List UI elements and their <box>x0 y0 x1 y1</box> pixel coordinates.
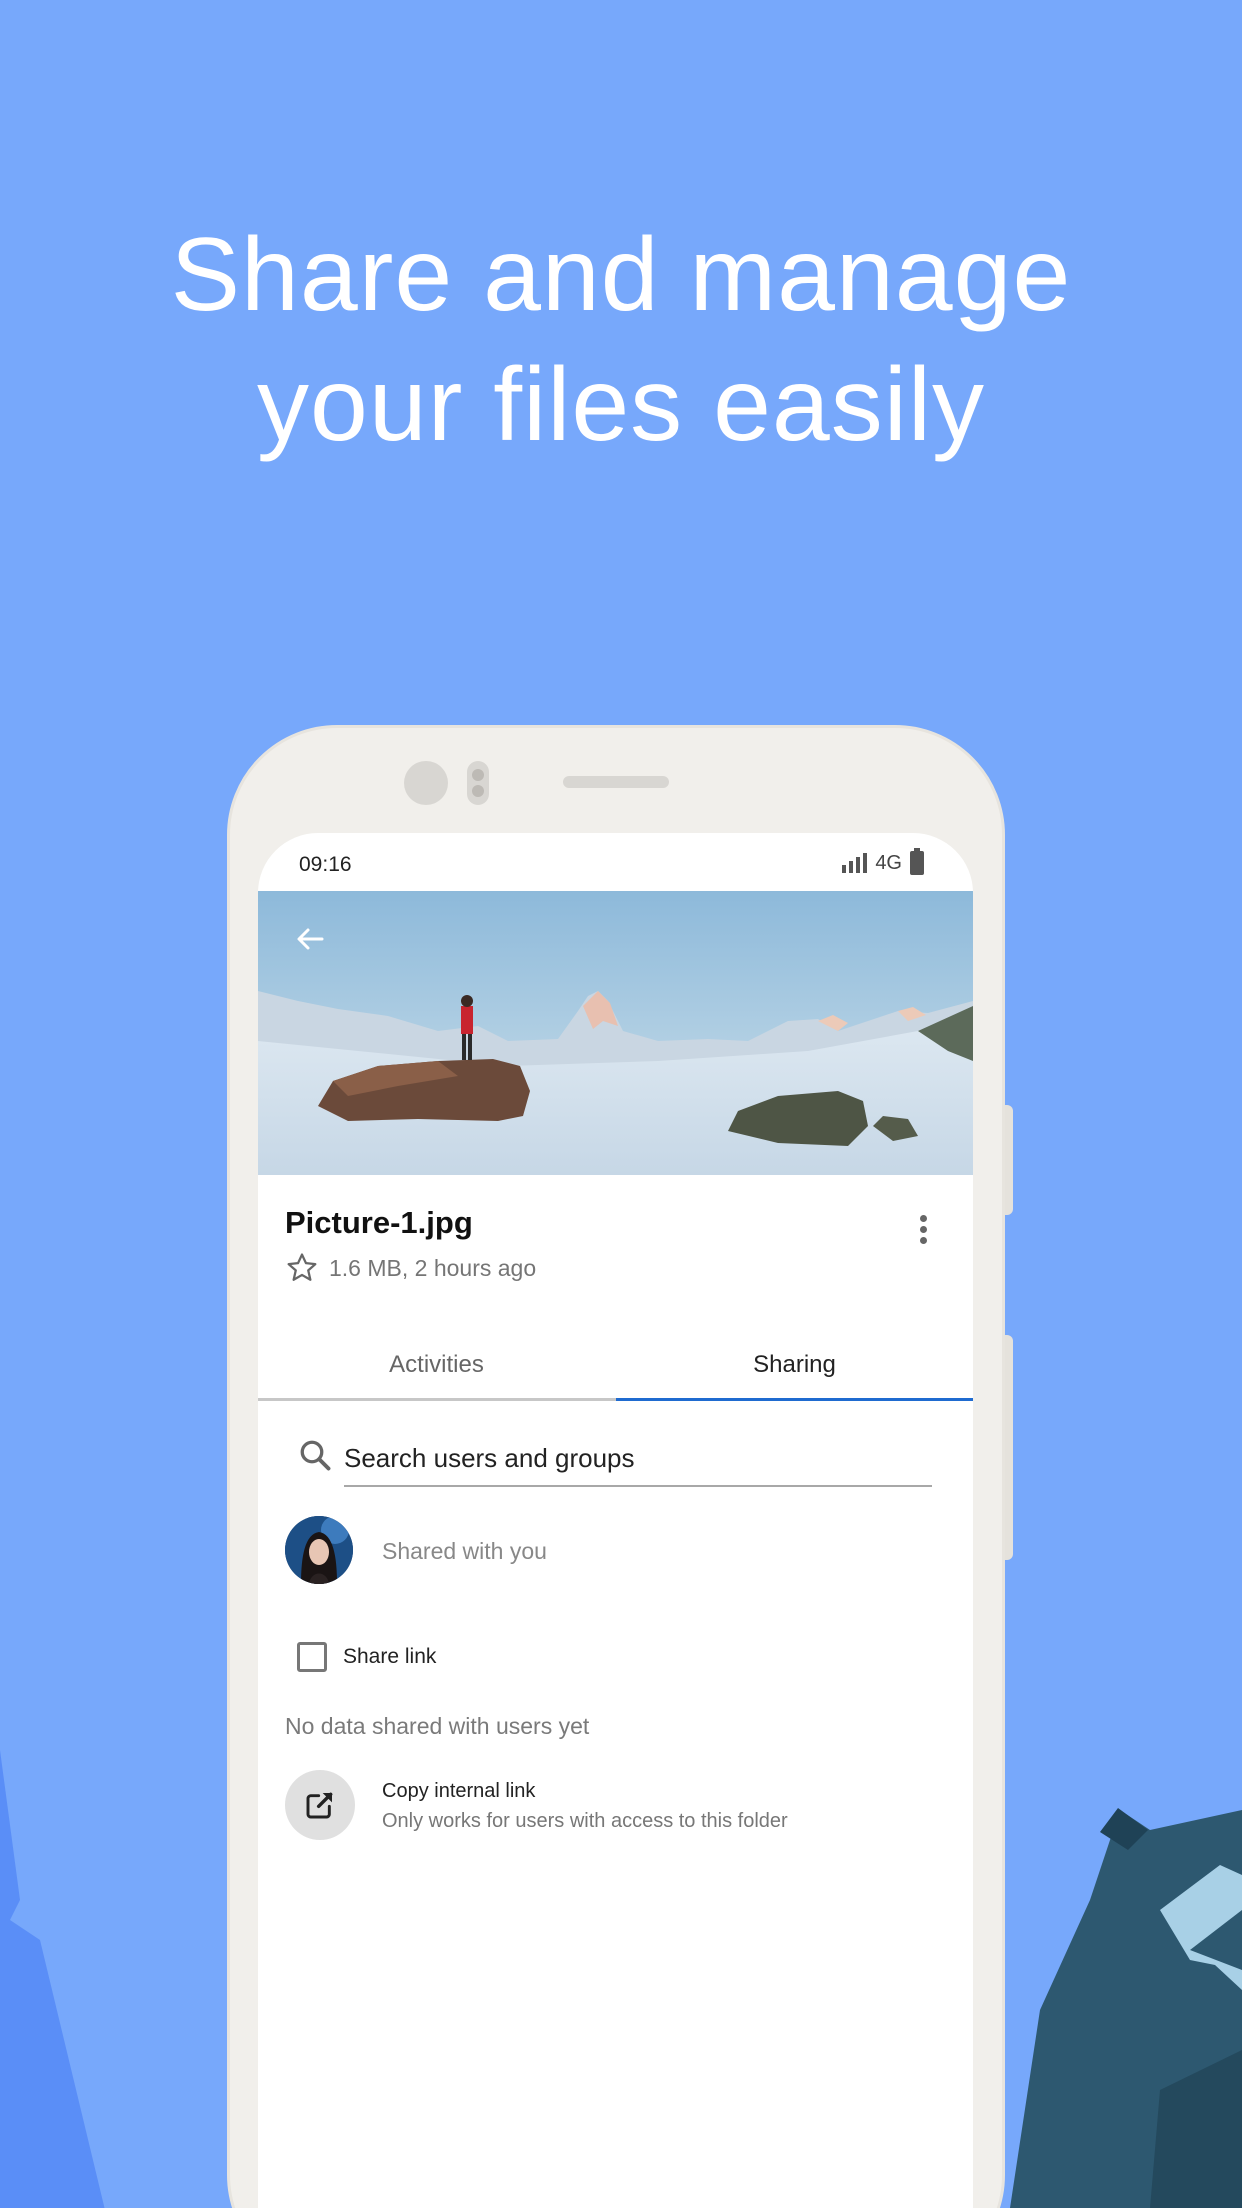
phone-speaker <box>563 776 669 788</box>
battery-icon <box>910 848 924 875</box>
share-link-checkbox[interactable] <box>297 1642 327 1672</box>
file-meta-text: 1.6 MB, 2 hours ago <box>329 1254 537 1281</box>
front-camera <box>404 761 448 805</box>
copy-link-icon-circle <box>285 1770 355 1840</box>
status-icons: 4G <box>842 848 924 875</box>
copy-link-subtitle: Only works for users with access to this… <box>382 1810 788 1832</box>
tab-activities[interactable]: Activities <box>258 1339 615 1401</box>
share-link-row: Share link <box>297 1637 436 1677</box>
avatar <box>285 1516 353 1584</box>
back-button[interactable] <box>288 917 332 961</box>
signal-icon <box>842 853 868 873</box>
decorative-shape-left <box>0 1750 105 2208</box>
search-input[interactable] <box>344 1431 932 1487</box>
mascot-illustration <box>1010 1808 1242 2208</box>
share-link-label: Share link <box>343 1645 437 1668</box>
search-icon <box>300 1440 331 1471</box>
no-data-message: No data shared with users yet <box>285 1713 590 1739</box>
copy-link-title: Copy internal link <box>382 1780 536 1802</box>
file-meta: 1.6 MB, 2 hours ago <box>285 1251 536 1285</box>
mountain-landscape-image <box>258 891 973 1175</box>
copy-internal-link-row[interactable]: Copy internal link Only works for users … <box>285 1770 945 1844</box>
headline-line-2: your files easily <box>257 347 985 463</box>
tab-sharing[interactable]: Sharing <box>616 1339 973 1401</box>
phone-side-button-upper <box>1005 1105 1013 1215</box>
open-external-icon <box>306 1792 333 1819</box>
phone-side-button-lower <box>1005 1335 1013 1560</box>
shared-with-you-row[interactable]: Shared with you <box>285 1516 945 1586</box>
arrow-back-icon <box>297 928 324 950</box>
app-screen: 09:16 4G Picture-1.jpg 1.6 MB, 2 hours a… <box>258 833 973 2208</box>
search-row <box>258 1423 973 1503</box>
file-preview-image <box>258 891 973 1175</box>
star-outline-icon[interactable] <box>285 1251 319 1285</box>
tab-bar: Activities Sharing <box>258 1339 973 1401</box>
shared-with-you-label: Shared with you <box>382 1538 547 1564</box>
headline-line-1: Share and manage <box>170 217 1072 333</box>
more-options-button[interactable] <box>913 1209 933 1249</box>
status-bar: 09:16 4G <box>258 833 973 891</box>
network-type: 4G <box>875 851 902 874</box>
file-name: Picture-1.jpg <box>285 1205 473 1240</box>
more-vert-icon <box>919 1214 927 1222</box>
headline: Share and manage your files easily <box>0 210 1242 470</box>
status-time: 09:16 <box>299 853 352 876</box>
phone-sensor <box>467 761 489 805</box>
